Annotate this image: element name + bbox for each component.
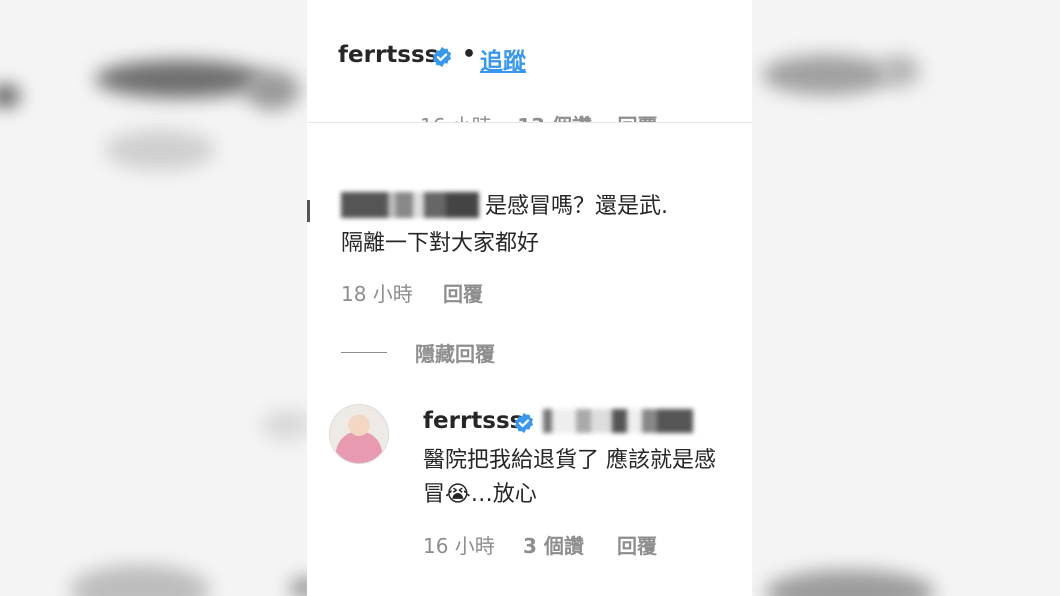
reply-time: 16 小時 [423, 534, 495, 558]
comment-reply-button[interactable]: 回覆 [443, 282, 483, 306]
previous-comment-meta: 16 小時 13 個讚 回覆 [420, 110, 657, 122]
reply-likes[interactable]: 3 個讚 [523, 534, 584, 558]
separator-dot: • [462, 42, 477, 67]
blurred-commenter-username[interactable] [341, 192, 479, 218]
post-header: ferrtsss • 追蹤 16 小時 13 個讚 回覆 [307, 0, 752, 123]
comments-panel: ferrtsss • 追蹤 16 小時 13 個讚 回覆 是感冒嗎？還是武. 隔… [307, 0, 752, 596]
comment-time: 18 小時 [341, 282, 413, 306]
follow-link[interactable]: 追蹤 [480, 42, 526, 76]
previous-comment-reply-button[interactable]: 回覆 [617, 114, 657, 122]
verified-badge-icon [514, 412, 534, 434]
verified-badge-icon [432, 46, 452, 68]
blurred-mention[interactable] [543, 409, 693, 433]
comment-text-line2: 隔離一下對大家都好 [341, 231, 540, 256]
hide-replies-button[interactable]: 隱藏回覆 [415, 338, 495, 367]
post-author-username[interactable]: ferrtsss [338, 42, 438, 68]
reply-author-avatar[interactable] [329, 404, 389, 464]
previous-comment-time: 16 小時 [420, 114, 492, 122]
comment-text-line1: 是感冒嗎？還是武. [485, 194, 668, 219]
hide-replies-line [341, 352, 387, 353]
reply-text: 醫院把我給退貨了 應該就是感冒😭…放心 [423, 448, 716, 507]
reply-reply-button[interactable]: 回覆 [617, 534, 657, 558]
scroll-edge-mark [307, 200, 310, 222]
previous-comment-likes[interactable]: 13 個讚 [517, 114, 592, 122]
reply-author-username[interactable]: ferrtsss [423, 408, 523, 434]
